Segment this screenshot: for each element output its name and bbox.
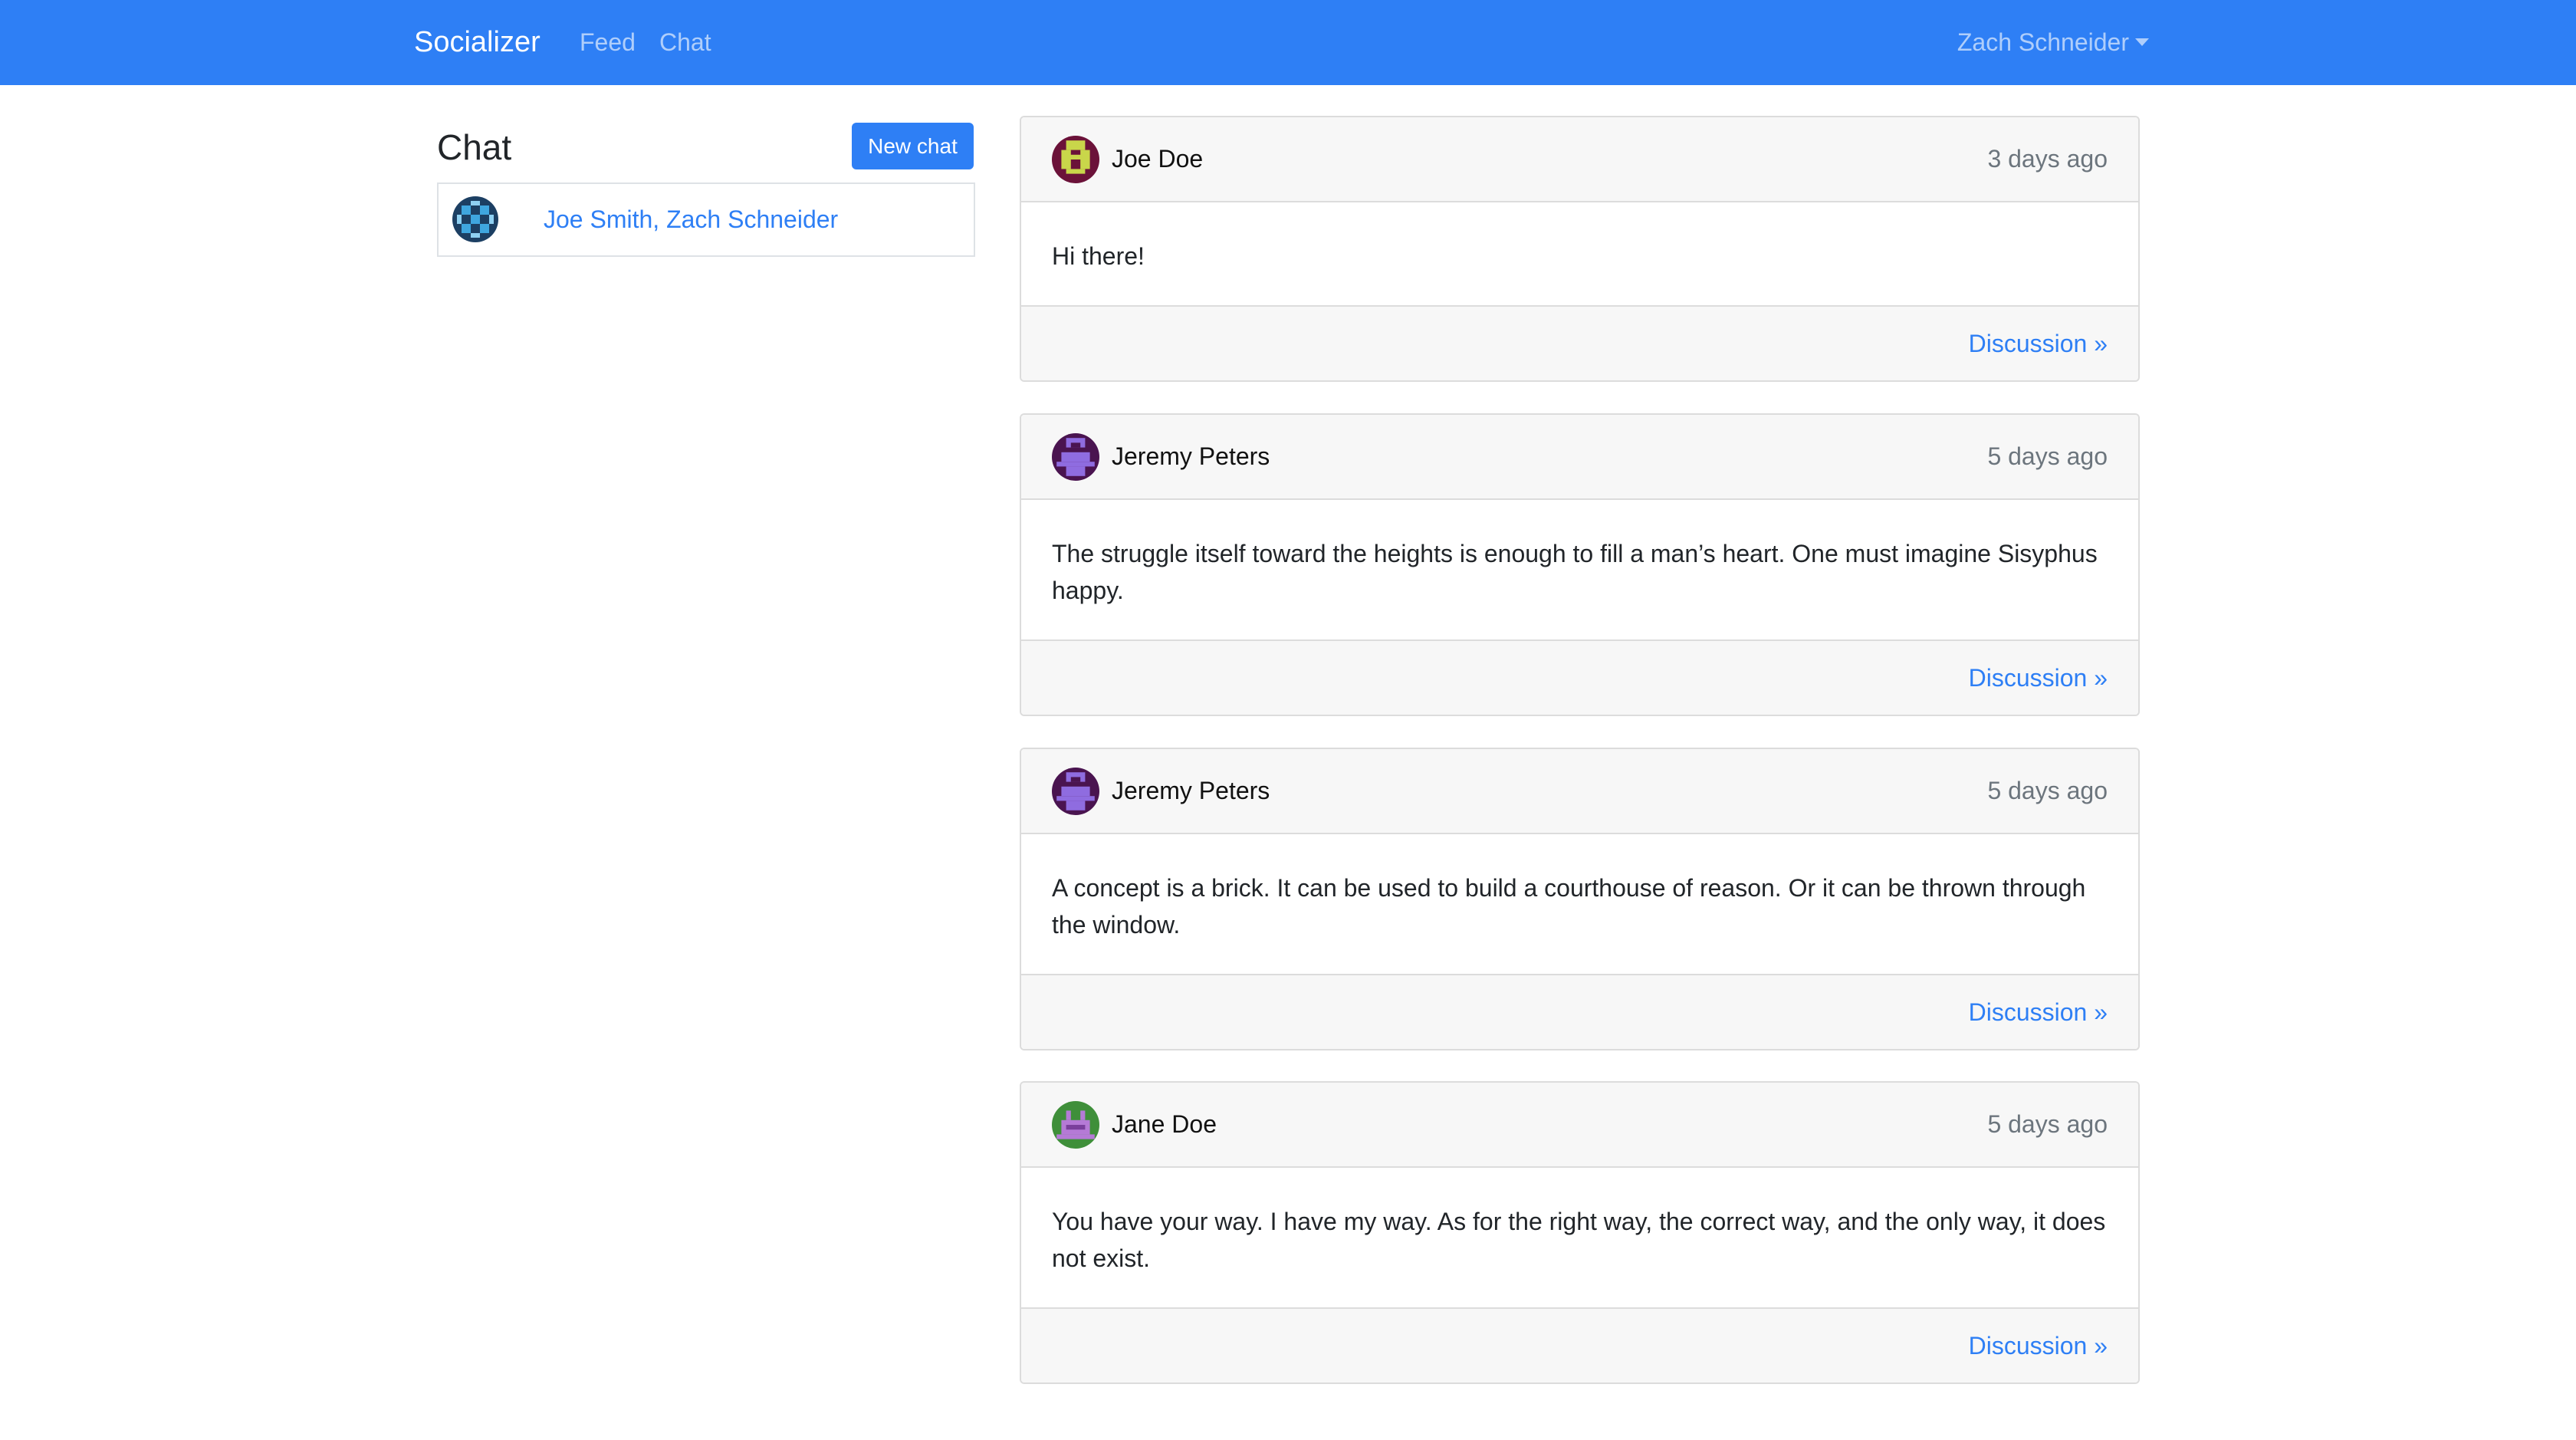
chat-section-title: Chat: [437, 127, 512, 167]
discussion-link[interactable]: Discussion »: [1969, 1309, 2108, 1382]
post-card: Jane Doe 5 days ago You have your way. I…: [1020, 1081, 2140, 1384]
post-card: Jeremy Peters 5 days ago The struggle it…: [1020, 413, 2140, 716]
user-menu-dropdown[interactable]: Zach Schneider: [1957, 0, 2149, 85]
post-card: Jeremy Peters 5 days ago A concept is a …: [1020, 748, 2140, 1050]
post-footer: Discussion »: [1021, 974, 2138, 1049]
brand-logo[interactable]: Socializer: [414, 0, 540, 85]
post-body: The struggle itself toward the heights i…: [1052, 540, 2098, 604]
discussion-link[interactable]: Discussion »: [1969, 307, 2108, 380]
post-author[interactable]: Joe Doe: [1112, 117, 1203, 201]
post-body: Hi there!: [1052, 242, 1145, 270]
identicon-avatar-purple: [1052, 433, 1099, 481]
post-header: Joe Doe 3 days ago: [1021, 117, 2138, 202]
chat-participants-link[interactable]: Joe Smith, Zach Schneider: [544, 184, 838, 255]
post-timestamp: 5 days ago: [1987, 442, 2108, 470]
post-footer: Discussion »: [1021, 1307, 2138, 1382]
nav-link-chat[interactable]: Chat: [659, 0, 711, 85]
user-name: Zach Schneider: [1957, 28, 2129, 56]
post-author[interactable]: Jeremy Peters: [1112, 415, 1270, 498]
post-footer: Discussion »: [1021, 639, 2138, 715]
identicon-avatar-purple: [1052, 768, 1099, 815]
discussion-link[interactable]: Discussion »: [1969, 975, 2108, 1049]
post-header: Jane Doe 5 days ago: [1021, 1083, 2138, 1168]
identicon-avatar-blue: [452, 196, 498, 242]
post-author[interactable]: Jane Doe: [1112, 1083, 1217, 1166]
identicon-avatar-green: [1052, 1101, 1099, 1149]
top-navbar: Socializer Feed Chat Zach Schneider: [0, 0, 2576, 85]
chat-list-item[interactable]: Joe Smith, Zach Schneider: [437, 182, 975, 257]
nav-link-feed[interactable]: Feed: [580, 0, 636, 85]
post-timestamp: 3 days ago: [1987, 145, 2108, 173]
post-body: You have your way. I have my way. As for…: [1052, 1208, 2106, 1272]
post-body: A concept is a brick. It can be used to …: [1052, 874, 2086, 939]
new-chat-button[interactable]: New chat: [852, 123, 974, 169]
post-header: Jeremy Peters 5 days ago: [1021, 749, 2138, 834]
discussion-link[interactable]: Discussion »: [1969, 641, 2108, 715]
post-footer: Discussion »: [1021, 305, 2138, 380]
post-author[interactable]: Jeremy Peters: [1112, 749, 1270, 833]
identicon-avatar-yellow: [1052, 136, 1099, 183]
post-timestamp: 5 days ago: [1987, 1110, 2108, 1138]
post-header: Jeremy Peters 5 days ago: [1021, 415, 2138, 500]
post-timestamp: 5 days ago: [1987, 777, 2108, 804]
post-card: Joe Doe 3 days ago Hi there! Discussion …: [1020, 116, 2140, 382]
caret-down-icon: [2135, 38, 2149, 46]
